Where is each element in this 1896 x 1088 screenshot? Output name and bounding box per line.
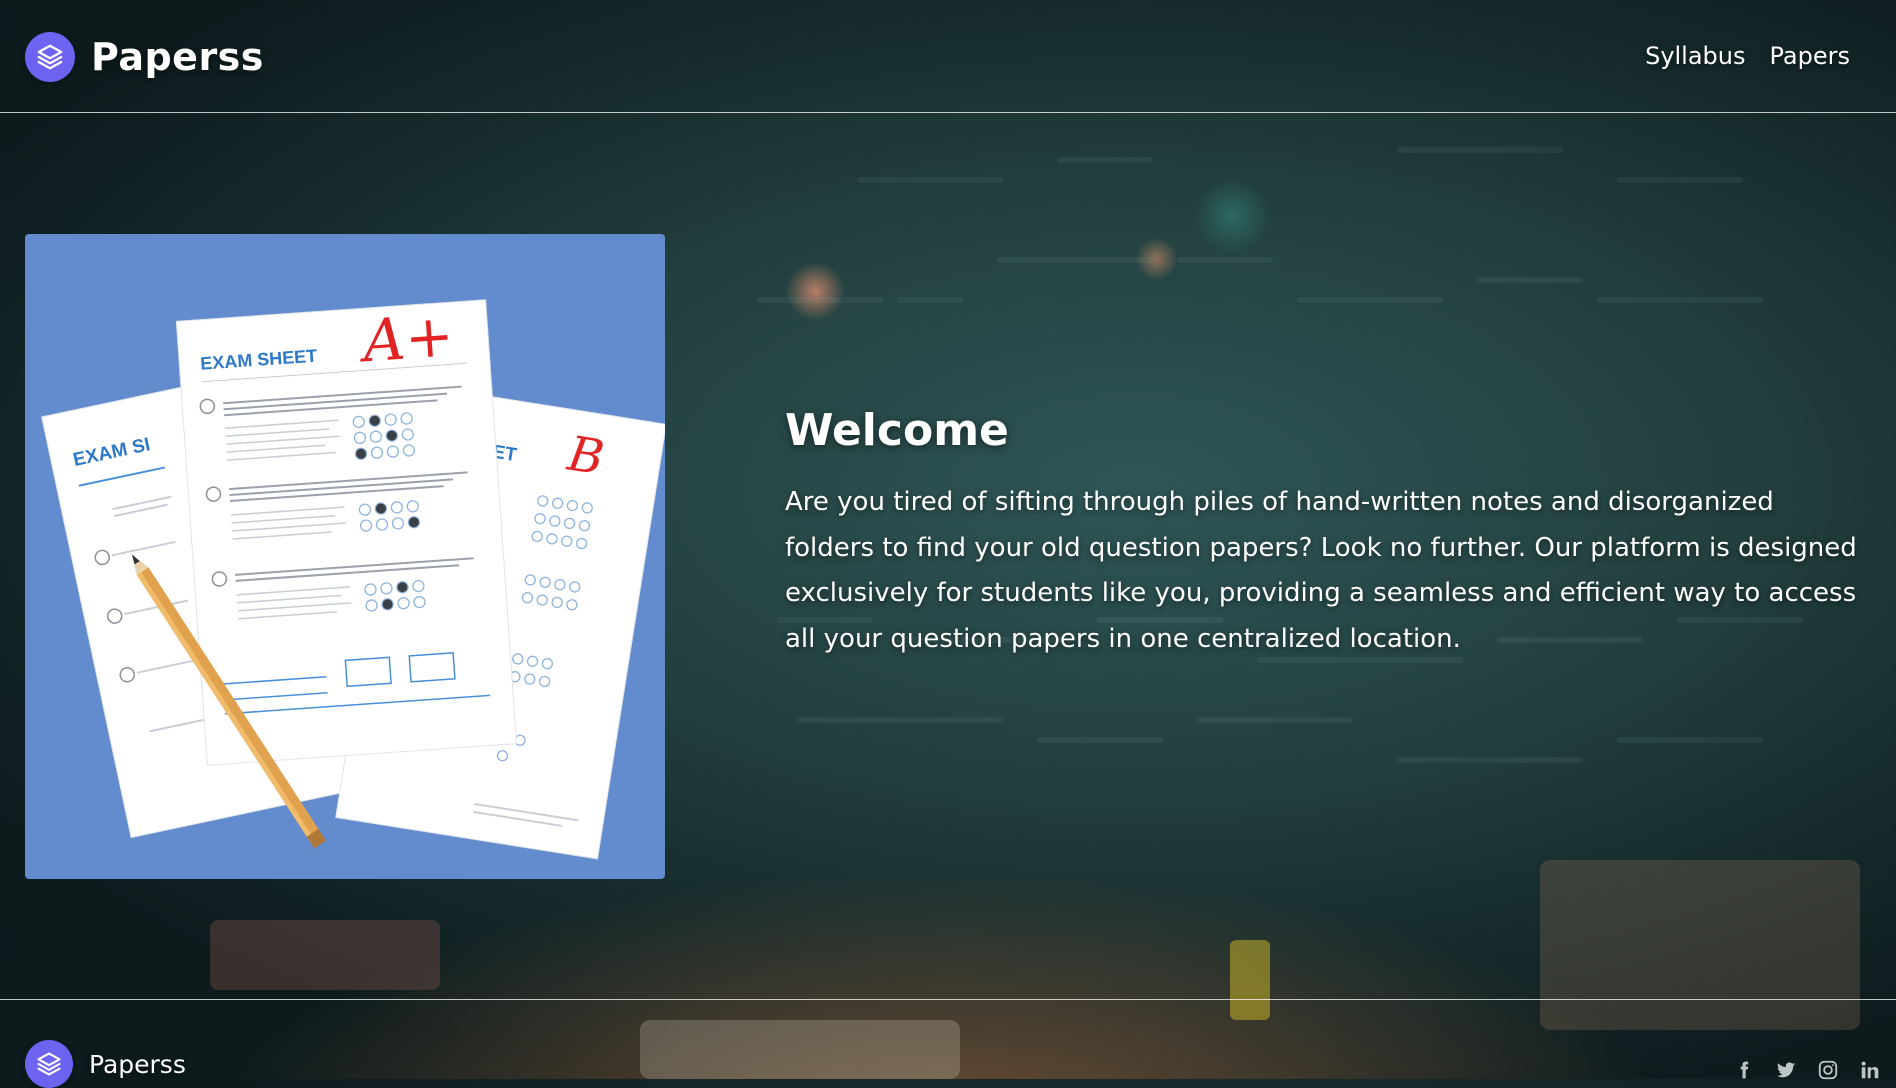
instagram-icon[interactable] (1814, 1056, 1842, 1084)
twitter-icon[interactable] (1772, 1056, 1800, 1084)
exam-sheets-illustration: EXAM SI EET B EXAM SHEET A+ (25, 234, 665, 879)
nav-link-syllabus[interactable]: Syllabus (1645, 42, 1745, 70)
brand-name: Paperss (91, 35, 264, 79)
grade-front: A+ (356, 301, 456, 375)
facebook-icon[interactable] (1730, 1056, 1758, 1084)
welcome-title: Welcome (785, 405, 1009, 456)
layers-icon (25, 1040, 73, 1088)
linkedin-icon[interactable] (1856, 1056, 1884, 1084)
footer: Paperss (0, 999, 1896, 1088)
navbar: Paperss Syllabus Papers (0, 0, 1896, 113)
footer-brand-name: Paperss (89, 1049, 186, 1079)
brand-link[interactable]: Paperss (25, 32, 264, 82)
social-links (1716, 1056, 1884, 1084)
nav-links: Syllabus Papers (1621, 42, 1850, 70)
footer-brand-link[interactable]: Paperss (25, 1040, 186, 1088)
welcome-text: Are you tired of sifting through piles o… (785, 487, 1857, 654)
welcome-section: Welcome Are you tired of sifting through… (785, 405, 1865, 662)
layers-icon (25, 32, 75, 82)
nav-link-papers[interactable]: Papers (1770, 42, 1850, 70)
